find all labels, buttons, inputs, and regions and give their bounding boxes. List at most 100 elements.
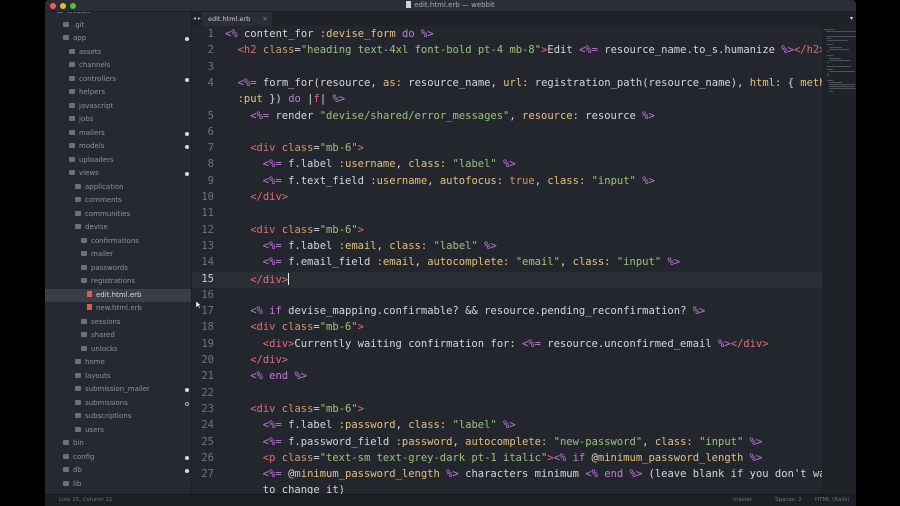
tab-nav-arrows[interactable]: ◂ ▸ xyxy=(193,12,201,26)
tab-edit-html-erb[interactable]: edit.html.erb × xyxy=(202,12,272,26)
code-token: > xyxy=(357,223,364,236)
modified-indicator-icon xyxy=(185,77,189,82)
code-token: %> xyxy=(781,44,794,57)
sidebar-folder-item[interactable]: helpers xyxy=(45,86,191,100)
minimap[interactable] xyxy=(822,26,856,494)
sidebar-folder-item[interactable]: mailers xyxy=(45,127,191,141)
sidebar-folder-item[interactable]: jobs xyxy=(45,113,191,127)
sidebar-folder-item[interactable]: app xyxy=(45,32,191,46)
sidebar-folder-item[interactable]: sessions xyxy=(45,316,191,330)
sidebar-file-item[interactable]: edit.html.erb xyxy=(45,288,191,302)
code-line[interactable]: </div> xyxy=(250,354,288,366)
sidebar-folder-item[interactable]: views xyxy=(45,167,191,181)
code-editor[interactable]: 1 2 3 4 5 6 7 8 9 10 11 12 13 14 15 16 17 18 19 20 21 22 23 24 2… xyxy=(192,26,822,494)
tab-close-icon[interactable]: × xyxy=(262,12,268,26)
code-line[interactable]: <%= f.label :password, class: "label" %> xyxy=(263,419,516,431)
modified-indicator-icon xyxy=(185,131,189,136)
code-token: </div> xyxy=(730,337,769,350)
code-token: %> xyxy=(692,305,706,318)
code-line[interactable]: <% if devise_mapping.confirmable? && res… xyxy=(250,305,705,317)
syntax-mode[interactable]: HTML (Rails) xyxy=(815,495,849,506)
sidebar-folder-item[interactable]: submissions xyxy=(45,397,191,411)
code-line[interactable]: <p class="text-sm text-grey-dark pt-1 it… xyxy=(263,452,762,464)
sidebar-folder-item[interactable]: db xyxy=(45,464,191,478)
code-line[interactable]: </div> xyxy=(250,191,288,203)
sidebar-file-item[interactable]: new.html.erb xyxy=(45,302,191,316)
code-line[interactable]: <h2 class="heading text-4xl font-bold pt… xyxy=(238,44,822,56)
code-line[interactable]: <%= f.email_field :email, autocomplete: … xyxy=(263,256,680,268)
sidebar-folder-item[interactable]: controllers xyxy=(45,73,191,87)
code-token: :username xyxy=(370,174,428,187)
code-line[interactable]: <%= @minimum_password_length %> characte… xyxy=(263,468,822,480)
sidebar-folder-item[interactable]: application xyxy=(45,181,191,195)
sidebar-item-label: mailer xyxy=(91,250,114,258)
code-line[interactable]: <div class="mb-6"> xyxy=(250,142,364,154)
code-line[interactable]: <% content_for :devise_form do %> xyxy=(225,28,434,40)
sidebar-folder-item[interactable]: layouts xyxy=(45,370,191,384)
minimap-line xyxy=(827,73,829,74)
tab-dropdown-icon[interactable]: ▾ xyxy=(850,12,853,26)
code-line[interactable]: <% end %> xyxy=(250,370,307,382)
minimap-line xyxy=(827,55,833,57)
code-token: autocomplete: xyxy=(465,435,548,448)
code-line[interactable]: <div class="mb-6"> xyxy=(250,224,364,236)
code-line[interactable]: <%= render "devise/shared/error_messages… xyxy=(250,110,655,122)
sidebar-folder-item[interactable]: channels xyxy=(45,59,191,73)
code-line[interactable]: <div class="mb-6"> xyxy=(250,321,364,333)
code-token: <%= xyxy=(262,419,282,432)
sidebar-folder-item[interactable]: uploaders xyxy=(45,154,191,168)
code-line[interactable]: :put }) do |f| %> xyxy=(238,93,346,105)
sidebar-item-label: db xyxy=(73,466,82,474)
sidebar-item-label: sessions xyxy=(91,317,121,326)
sidebar-folder-item[interactable]: submission_mailer xyxy=(45,383,191,397)
file-tree-sidebar[interactable]: webbit .git app assets channels controllers he… xyxy=(45,12,192,494)
sidebar-folder-item[interactable]: devise xyxy=(45,221,191,235)
sidebar-folder-item[interactable]: confirmations xyxy=(45,235,191,249)
code-line[interactable]: <%= f.label :email, class: "label" %> xyxy=(263,240,497,252)
sidebar-folder-item[interactable]: javascript xyxy=(45,100,191,114)
folder-icon xyxy=(81,251,87,256)
sidebar-item-label: helpers xyxy=(79,88,105,96)
sidebar-folder-item[interactable]: unlocks xyxy=(45,343,191,357)
sidebar-folder-item[interactable]: lib xyxy=(45,478,191,492)
sidebar-folder-item[interactable]: bin xyxy=(45,437,191,451)
code-token: <% xyxy=(250,370,263,383)
sidebar-folder-item[interactable]: comments xyxy=(45,194,191,208)
sidebar-folder-item[interactable]: mailer xyxy=(45,248,191,262)
sidebar-folder-item[interactable]: .git xyxy=(45,19,191,33)
sidebar-item-label: shared xyxy=(91,331,115,339)
code-line[interactable]: <%= f.text_field :username, autofocus: t… xyxy=(263,175,655,187)
sidebar-folder-item[interactable]: users xyxy=(45,424,191,438)
code-line[interactable]: to change it) xyxy=(263,484,345,494)
code-token: <%= xyxy=(262,256,282,269)
code-line[interactable]: <div class="mb-6"> xyxy=(250,403,364,415)
code-token: , xyxy=(414,256,428,269)
sidebar-folder-item[interactable]: config xyxy=(45,451,191,465)
code-token: to change it) xyxy=(262,484,345,494)
cursor-position[interactable]: Line 15, Column 11 xyxy=(59,495,113,506)
sidebar-folder-item[interactable]: shared xyxy=(45,329,191,343)
code-line[interactable]: <%= f.label :username, class: "label" %> xyxy=(263,158,516,170)
status-bar: Line 15, Column 11 master Spaces: 2 HTML… xyxy=(45,494,856,506)
indentation-setting[interactable]: Spaces: 2 xyxy=(775,495,802,506)
sidebar-folder-item[interactable]: models xyxy=(45,140,191,154)
git-branch[interactable]: master xyxy=(733,495,752,506)
line-number: 8 xyxy=(207,158,214,171)
sidebar-folder-item[interactable]: passwords xyxy=(45,262,191,276)
code-token: , xyxy=(642,435,655,448)
code-line[interactable]: <div>Currently waiting confirmation for:… xyxy=(263,338,769,350)
code-token: resource.unconfirmed_email xyxy=(540,337,718,350)
code-token: "mb-6" xyxy=(319,223,358,236)
code-line[interactable]: <%= f.password_field :password, autocomp… xyxy=(263,436,763,448)
sidebar-folder-item[interactable]: subscriptions xyxy=(45,410,191,424)
sidebar-item-label: subscriptions xyxy=(85,412,132,420)
code-line[interactable]: <%= form_for(resource, as: resource_name… xyxy=(238,77,822,89)
code-token: "input" xyxy=(616,256,662,269)
sidebar-folder-item[interactable]: assets xyxy=(45,46,191,60)
sidebar-folder-item[interactable]: registrations xyxy=(45,275,191,289)
sidebar-folder-item[interactable]: communities xyxy=(45,208,191,222)
line-number: 27 xyxy=(201,468,214,481)
sidebar-item-label: assets xyxy=(79,47,102,56)
code-line[interactable]: </div> xyxy=(250,272,290,286)
sidebar-folder-item[interactable]: home xyxy=(45,356,191,370)
